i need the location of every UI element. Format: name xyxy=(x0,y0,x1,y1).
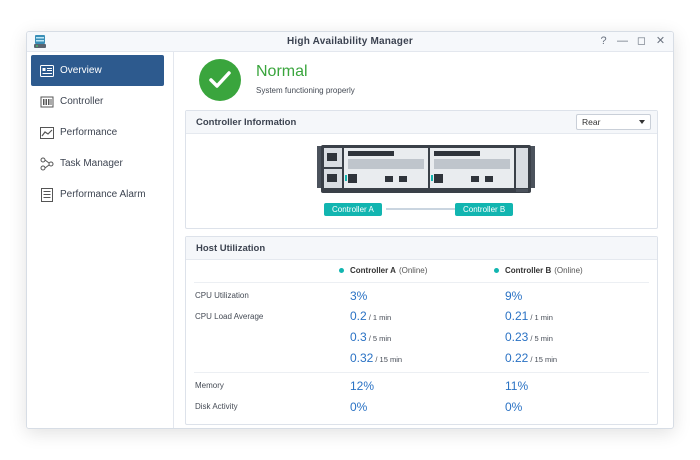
controller-b-column-header: Controller B (Online) xyxy=(494,266,583,275)
host-utilization-heading: Host Utilization xyxy=(196,243,266,254)
main-content: Normal System functioning properly Contr… xyxy=(175,52,673,428)
chevron-down-icon xyxy=(639,120,645,124)
panel-heading: Host Utilization xyxy=(186,237,657,260)
controller-info-heading: Controller Information xyxy=(196,117,297,128)
sidebar-item-label: Performance Alarm xyxy=(60,189,146,200)
controller-b-tag[interactable]: Controller B xyxy=(455,203,514,216)
sidebar-item-performance[interactable]: Performance xyxy=(31,117,164,148)
divider xyxy=(194,372,649,373)
view-select[interactable]: Rear xyxy=(576,114,651,130)
sidebar-item-performance-alarm[interactable]: Performance Alarm xyxy=(31,179,164,210)
status-dot-icon xyxy=(494,268,499,273)
controller-b-load-5min: 0.23/ 5 min xyxy=(505,330,553,344)
cpu-load-label: CPU Load Average xyxy=(195,312,264,321)
controller-a-tag[interactable]: Controller A xyxy=(324,203,382,216)
minimize-button[interactable]: — xyxy=(616,34,629,49)
sidebar-item-overview[interactable]: Overview xyxy=(31,55,164,86)
storage-chassis-image xyxy=(317,145,535,193)
alarm-list-icon xyxy=(39,187,55,203)
disk-activity-label: Disk Activity xyxy=(195,402,238,411)
sidebar: Overview Controller Performance Task Man… xyxy=(27,52,174,428)
title-bar: High Availability Manager ? — ◻ ✕ xyxy=(27,32,673,52)
status-dot-icon xyxy=(339,268,344,273)
host-utilization-panel: Host Utilization Controller A (Online) C… xyxy=(185,236,658,425)
column-name: Controller A xyxy=(350,266,396,275)
sidebar-item-task-manager[interactable]: Task Manager xyxy=(31,148,164,179)
controller-icon xyxy=(39,94,55,110)
controller-a-disk-value: 0% xyxy=(350,400,368,414)
performance-icon xyxy=(39,125,55,141)
controller-a-load-15min: 0.32/ 15 min xyxy=(350,351,403,365)
controller-b-cpu-value: 9% xyxy=(505,289,523,303)
task-manager-icon xyxy=(39,156,55,172)
sidebar-item-label: Controller xyxy=(60,96,104,107)
controller-b-disk-value: 0% xyxy=(505,400,523,414)
column-state: (Online) xyxy=(398,266,428,275)
sidebar-item-label: Overview xyxy=(60,65,102,76)
overview-icon xyxy=(39,63,55,79)
sidebar-item-controller[interactable]: Controller xyxy=(31,86,164,117)
column-name: Controller B xyxy=(505,266,552,275)
controller-info-panel: Controller Information Rear Controller A… xyxy=(185,110,658,229)
status-check-icon xyxy=(199,59,241,101)
controller-a-load-1min: 0.2/ 1 min xyxy=(350,309,392,323)
controller-a-memory-value: 12% xyxy=(350,379,375,393)
sidebar-item-label: Performance xyxy=(60,127,118,138)
app-window: High Availability Manager ? — ◻ ✕ Overvi… xyxy=(26,31,674,429)
controller-a-column-header: Controller A (Online) xyxy=(339,266,427,275)
divider xyxy=(194,282,649,283)
controller-b-load-1min: 0.21/ 1 min xyxy=(505,309,553,323)
cpu-utilization-label: CPU Utilization xyxy=(195,291,249,300)
controller-a-load-5min: 0.3/ 5 min xyxy=(350,330,392,344)
maximize-button[interactable]: ◻ xyxy=(635,34,648,49)
column-state: (Online) xyxy=(554,266,583,275)
status-title: Normal xyxy=(256,63,308,80)
controller-b-load-15min: 0.22/ 15 min xyxy=(505,351,558,365)
status-subtitle: System functioning properly xyxy=(256,86,355,95)
view-select-value: Rear xyxy=(582,117,601,127)
memory-label: Memory xyxy=(195,381,224,390)
help-button[interactable]: ? xyxy=(597,34,610,49)
sidebar-item-label: Task Manager xyxy=(60,158,123,169)
window-title: High Availability Manager xyxy=(287,36,413,47)
panel-heading: Controller Information Rear xyxy=(186,111,657,134)
controller-a-cpu-value: 3% xyxy=(350,289,368,303)
close-button[interactable]: ✕ xyxy=(654,34,667,49)
controller-b-memory-value: 11% xyxy=(505,379,529,393)
